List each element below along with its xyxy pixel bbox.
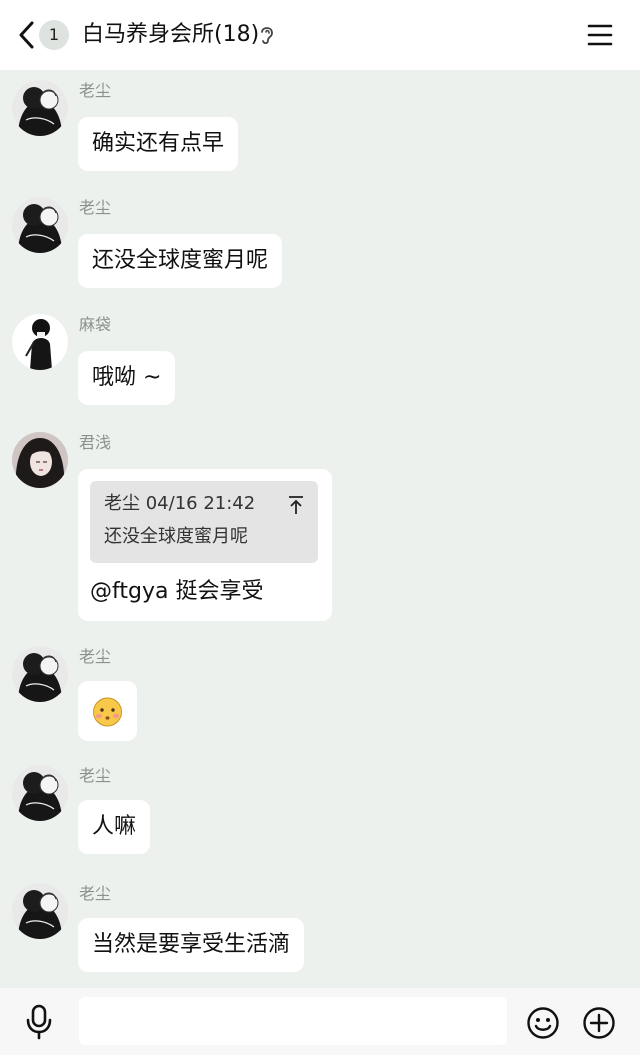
sender-name: 老尘 — [79, 766, 112, 785]
message-bubble[interactable]: 当然是要享受生活滴 — [78, 918, 305, 972]
avatar-laochen[interactable] — [12, 883, 68, 939]
chat-menu-button[interactable] — [586, 22, 614, 48]
input-bar — [0, 988, 640, 1055]
chat-header: 1 白马养身会所(18) — [0, 0, 640, 70]
avatar-laochen[interactable] — [12, 197, 68, 253]
pin-top-icon — [289, 496, 303, 514]
reply-text: @ftgya 挺会享受 — [90, 579, 264, 604]
avatar-madai[interactable] — [12, 314, 68, 370]
unread-count-badge[interactable]: 1 — [39, 20, 69, 50]
sender-name: 老尘 — [79, 647, 112, 666]
sender-name: 老尘 — [79, 81, 112, 100]
avatar-laochen[interactable] — [12, 80, 68, 136]
sender-name: 老尘 — [79, 198, 112, 217]
avatar-junqian[interactable] — [12, 432, 68, 488]
sender-name: 老尘 — [79, 884, 112, 903]
message-bubble[interactable]: 确实还有点早 — [78, 117, 239, 171]
message-input[interactable] — [79, 997, 507, 1045]
sticker-bubble[interactable] — [78, 681, 137, 741]
blushing-face-sticker — [93, 697, 122, 727]
sender-name: 麻袋 — [79, 315, 112, 334]
message-bubble[interactable]: 人嘛 — [78, 800, 151, 854]
message-bubble[interactable]: 哦呦 ~ — [78, 351, 176, 405]
back-button[interactable] — [14, 18, 40, 52]
quoted-message-meta: 老尘 04/16 21:42 — [104, 493, 256, 514]
message-list[interactable]: 老尘 确实还有点早 老尘 还没全球度蜜月呢 麻袋 哦呦 ~ 君浅 老尘 04/1… — [0, 70, 640, 988]
hamburger-menu-icon — [587, 24, 613, 46]
microphone-icon — [26, 1004, 52, 1040]
avatar-laochen[interactable] — [12, 765, 68, 821]
quote-reply-bubble[interactable]: 老尘 04/16 21:42 还没全球度蜜月呢 @ftgya 挺会享受 — [78, 469, 332, 621]
sender-name: 君浅 — [79, 433, 112, 452]
voice-input-button[interactable] — [24, 1004, 54, 1040]
plus-circle-icon — [583, 1007, 615, 1039]
smiley-face-icon — [527, 1007, 559, 1039]
more-actions-button[interactable] — [582, 1006, 616, 1040]
avatar-laochen[interactable] — [12, 646, 68, 702]
quoted-message[interactable]: 老尘 04/16 21:42 还没全球度蜜月呢 — [90, 481, 318, 563]
emoji-button[interactable] — [526, 1006, 560, 1040]
quoted-message-text: 还没全球度蜜月呢 — [104, 526, 248, 547]
message-bubble[interactable]: 还没全球度蜜月呢 — [78, 234, 283, 288]
chat-title[interactable]: 白马养身会所(18) — [82, 20, 259, 50]
ear-icon — [261, 27, 273, 45]
chevron-left-icon — [19, 21, 34, 49]
